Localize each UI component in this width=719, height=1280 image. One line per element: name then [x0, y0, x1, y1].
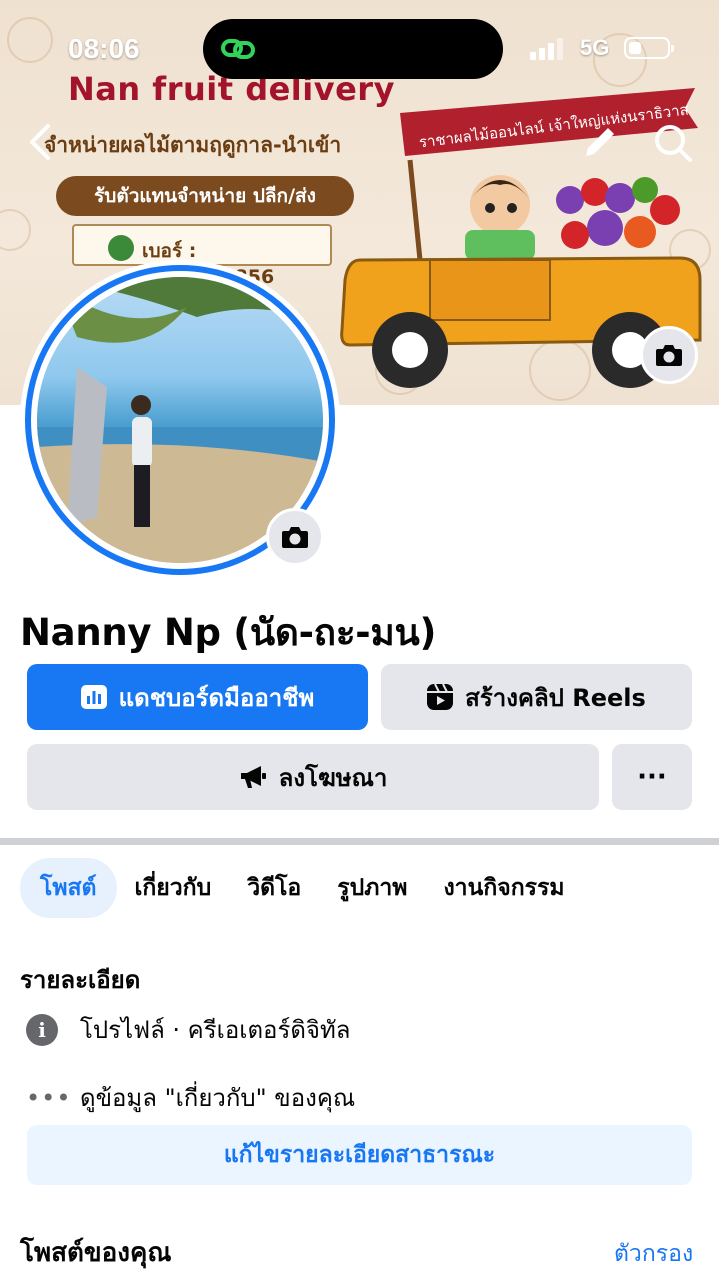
network-label: 5G	[580, 35, 610, 60]
about-link-row[interactable]: ••• ดูข้อมูล "เกี่ยวกับ" ของคุณ	[26, 1078, 355, 1117]
reels-icon	[427, 684, 454, 710]
camera-icon	[656, 345, 682, 366]
about-link-text: ดูข้อมูล "เกี่ยวกับ" ของคุณ	[80, 1084, 356, 1112]
tab-about[interactable]: เกี่ยวกับ	[117, 858, 230, 918]
tab-posts[interactable]: โพสต์	[20, 858, 117, 918]
section-divider	[0, 838, 719, 845]
back-icon[interactable]	[22, 120, 62, 164]
cover-phone-box: เบอร์ : 0926465856	[72, 224, 332, 288]
posts-title: โพสต์ของคุณ	[20, 1238, 172, 1268]
link-icon	[221, 39, 255, 59]
cover-pill-text: รับตัวแทนจำหน่าย ปลีก/ส่ง	[56, 176, 354, 216]
more-options-button[interactable]: ···	[612, 744, 692, 810]
tab-photos[interactable]: รูปภาพ	[319, 858, 425, 918]
ellipsis-icon: •••	[26, 1083, 72, 1112]
profile-type-text: โปรไฟล์ · ครีเอเตอร์ดิจิทัล	[80, 1016, 351, 1044]
dynamic-island	[203, 19, 503, 79]
status-bar: 08:06 5G	[0, 0, 719, 100]
advertise-button[interactable]: ลงโฆษณา	[27, 744, 599, 810]
professional-dashboard-button[interactable]: แดชบอร์ดมืออาชีพ	[27, 664, 368, 730]
dashboard-icon	[80, 685, 107, 709]
edit-public-details-button[interactable]: แก้ไขรายละเอียดสาธารณะ	[27, 1125, 692, 1185]
status-time: 08:06	[68, 33, 140, 64]
tab-events[interactable]: งานกิจกรรม	[425, 858, 582, 918]
details-title: รายละเอียด	[20, 966, 141, 994]
cover-brand-subtitle: จำหน่ายผลไม้ตามฤดูกาล-นำเข้า	[44, 133, 342, 157]
profile-type-row: i โปรไฟล์ · ครีเอเตอร์ดิจิทัล	[26, 1010, 351, 1049]
more-icon: ···	[637, 762, 667, 792]
profile-tabs: โพสต์ เกี่ยวกับ วิดีโอ รูปภาพ งานกิจกรรม	[20, 858, 583, 918]
battery-icon	[624, 37, 674, 59]
advertise-label: ลงโฆษณา	[278, 763, 388, 792]
reels-label: สร้างคลิป Reels	[465, 683, 646, 712]
megaphone-icon	[240, 766, 266, 788]
edit-pencil-icon[interactable]	[578, 120, 622, 164]
dashboard-label: แดชบอร์ดมืออาชีพ	[118, 683, 315, 712]
cover-camera-button[interactable]	[640, 326, 698, 384]
create-reels-button[interactable]: สร้างคลิป Reels	[381, 664, 692, 730]
tab-videos[interactable]: วิดีโอ	[229, 858, 319, 918]
search-icon[interactable]	[648, 120, 698, 168]
info-icon: i	[26, 1013, 58, 1046]
filters-link[interactable]: ตัวกรอง	[614, 1236, 693, 1272]
profile-camera-button[interactable]	[266, 508, 324, 566]
phone-icon	[108, 235, 134, 261]
profile-name: Nanny Np (นัด-ถะ-มน)	[20, 611, 437, 654]
signal-icon	[530, 38, 563, 60]
camera-icon	[282, 527, 308, 548]
